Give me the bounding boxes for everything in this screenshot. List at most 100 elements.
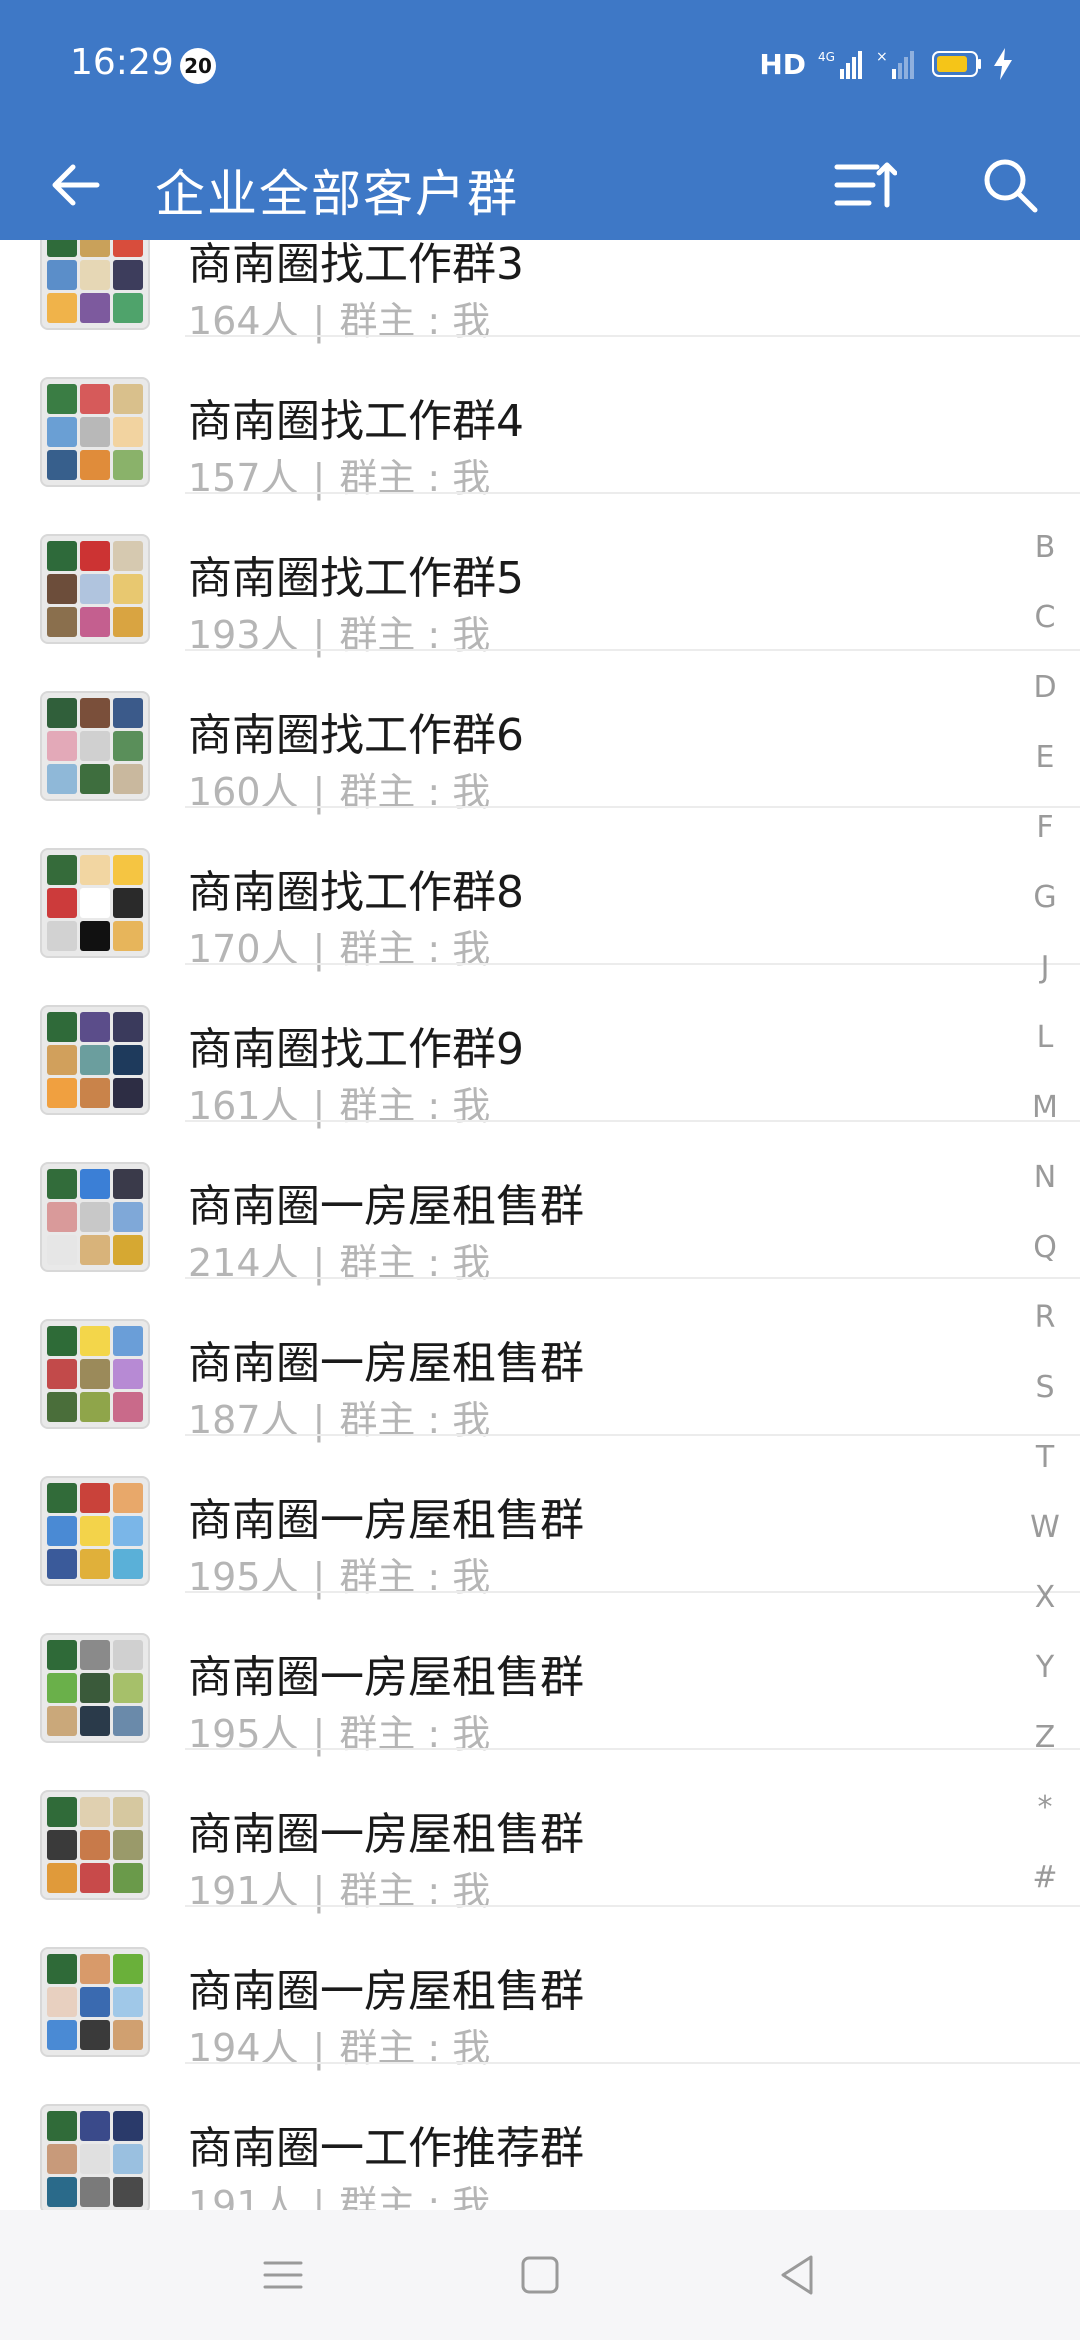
group-list-item[interactable]: 商南圈找工作群5 193人 | 群主 : 我	[0, 494, 1080, 657]
avatar-tile	[113, 1516, 143, 1546]
index-letter[interactable]: T	[1020, 1440, 1070, 1510]
avatar-tile	[113, 1078, 143, 1108]
avatar-tile	[80, 541, 110, 571]
group-list-item[interactable]: 商南圈一房屋租售群 191人 | 群主 : 我	[0, 1750, 1080, 1913]
index-letter[interactable]: Q	[1020, 1230, 1070, 1300]
index-letter[interactable]: W	[1020, 1510, 1070, 1580]
index-letter[interactable]: M	[1020, 1090, 1070, 1160]
hd-label: HD	[759, 47, 806, 81]
group-avatar	[40, 2104, 150, 2214]
alphabet-index[interactable]: B C D E F G J L M N Q R S T W X Y Z * #	[1020, 530, 1070, 1930]
avatar-tile	[80, 731, 110, 761]
index-letter[interactable]: L	[1020, 1020, 1070, 1090]
group-list-item[interactable]: 商南圈一房屋租售群 195人 | 群主 : 我	[0, 1436, 1080, 1599]
group-avatar	[40, 1162, 150, 1272]
group-avatar	[40, 1319, 150, 1429]
avatar-tile	[113, 2020, 143, 2050]
avatar-tile	[80, 2144, 110, 2174]
group-list-item[interactable]: 商南圈一房屋租售群 194人 | 群主 : 我	[0, 1907, 1080, 2070]
avatar-tile	[47, 1987, 77, 2017]
avatar-tile	[47, 888, 77, 918]
avatar-tile	[47, 1392, 77, 1422]
avatar-tile	[80, 1392, 110, 1422]
avatar-tile	[113, 1392, 143, 1422]
group-name: 商南圈一房屋租售群	[188, 1809, 584, 1860]
index-letter[interactable]: N	[1020, 1160, 1070, 1230]
avatar-tile	[80, 1797, 110, 1827]
notification-badge: 20	[180, 48, 216, 84]
avatar-tile	[113, 1706, 143, 1736]
group-name: 商南圈找工作群4	[188, 396, 524, 447]
avatar-tile	[113, 1326, 143, 1356]
avatar-tile	[80, 607, 110, 637]
group-avatar	[40, 1947, 150, 2057]
search-button[interactable]	[965, 140, 1055, 230]
battery-icon	[932, 51, 981, 77]
index-letter[interactable]: R	[1020, 1300, 1070, 1370]
index-letter[interactable]: Y	[1020, 1650, 1070, 1720]
status-bar: 16:29 20 HD 4G ×	[0, 0, 1080, 130]
sort-button[interactable]	[820, 140, 910, 230]
avatar-tile	[47, 731, 77, 761]
group-name: 商南圈一房屋租售群	[188, 1652, 584, 1703]
index-letter[interactable]: B	[1020, 530, 1070, 600]
avatar-tile	[113, 574, 143, 604]
avatar-tile	[47, 384, 77, 414]
avatar-tile	[80, 1359, 110, 1389]
avatar-tile	[113, 450, 143, 480]
index-letter[interactable]: E	[1020, 740, 1070, 810]
group-name: 商南圈一房屋租售群	[188, 1338, 584, 1389]
avatar-tile	[80, 1169, 110, 1199]
avatar-tile	[47, 2177, 77, 2207]
index-letter[interactable]: C	[1020, 600, 1070, 670]
index-letter[interactable]: #	[1020, 1860, 1070, 1930]
group-name: 商南圈一房屋租售群	[188, 1966, 584, 2017]
avatar-tile	[47, 260, 77, 290]
avatar-tile	[47, 1169, 77, 1199]
index-letter[interactable]: F	[1020, 810, 1070, 880]
home-button[interactable]	[505, 2240, 575, 2310]
avatar-tile	[113, 1673, 143, 1703]
index-letter[interactable]: J	[1020, 950, 1070, 1020]
status-time: 16:29	[70, 42, 174, 83]
back-button[interactable]	[30, 140, 120, 230]
group-list-item[interactable]: 商南圈一工作推荐群 191人 | 群主 : 我	[0, 2064, 1080, 2227]
avatar-tile	[113, 1797, 143, 1827]
avatar-tile	[80, 574, 110, 604]
group-list-item[interactable]: 商南圈找工作群9 161人 | 群主 : 我	[0, 965, 1080, 1128]
avatar-tile	[80, 1706, 110, 1736]
menu-icon	[263, 2261, 303, 2289]
nav-back-button[interactable]	[762, 2240, 832, 2310]
avatar-tile	[80, 1326, 110, 1356]
group-list-item[interactable]: 商南圈一房屋租售群 214人 | 群主 : 我	[0, 1122, 1080, 1285]
avatar-tile	[80, 1078, 110, 1108]
avatar-tile	[113, 921, 143, 951]
avatar-tile	[113, 384, 143, 414]
index-letter[interactable]: S	[1020, 1370, 1070, 1440]
index-letter[interactable]: X	[1020, 1580, 1070, 1650]
group-avatar	[40, 1790, 150, 1900]
avatar-tile	[113, 607, 143, 637]
arrow-left-icon	[52, 164, 100, 206]
charging-icon	[994, 48, 1012, 80]
avatar-tile	[80, 764, 110, 794]
avatar-tile	[47, 1045, 77, 1075]
menu-button[interactable]	[248, 2240, 318, 2310]
group-list-item[interactable]: 商南圈找工作群6 160人 | 群主 : 我	[0, 651, 1080, 814]
avatar-tile	[113, 764, 143, 794]
avatar-tile	[113, 1863, 143, 1893]
group-list-item[interactable]: 商南圈一房屋租售群 195人 | 群主 : 我	[0, 1593, 1080, 1756]
group-list-item[interactable]: 商南圈找工作群4 157人 | 群主 : 我	[0, 337, 1080, 500]
search-icon	[984, 159, 1038, 213]
index-letter[interactable]: Z	[1020, 1720, 1070, 1790]
index-letter[interactable]: G	[1020, 880, 1070, 950]
group-name: 商南圈找工作群8	[188, 867, 524, 918]
index-letter[interactable]: *	[1020, 1790, 1070, 1860]
index-letter[interactable]: D	[1020, 670, 1070, 740]
group-list-item[interactable]: 商南圈一房屋租售群 187人 | 群主 : 我	[0, 1279, 1080, 1442]
avatar-tile	[47, 417, 77, 447]
group-list-item[interactable]: 商南圈找工作群8 170人 | 群主 : 我	[0, 808, 1080, 971]
avatar-tile	[47, 2144, 77, 2174]
avatar-tile	[47, 1326, 77, 1356]
group-avatar	[40, 1005, 150, 1115]
